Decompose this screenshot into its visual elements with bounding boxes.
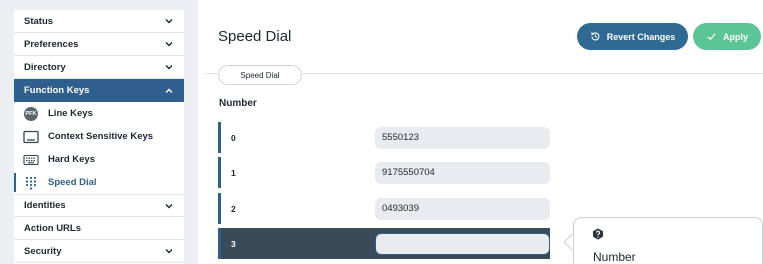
sidebar-subitem-label: Hard Keys [48, 154, 95, 165]
sidebar-subitem-line-keys[interactable]: PFK Line Keys [14, 102, 184, 125]
sidebar-item-label: Status [24, 15, 54, 27]
section-label-number: Number [219, 98, 257, 109]
sidebar: Status Preferences Directory Function Ke… [0, 0, 198, 264]
sidebar-subitem-label: Line Keys [48, 108, 93, 119]
speed-dial-row[interactable]: 2 [218, 193, 550, 224]
speed-dial-index: 2 [231, 203, 236, 214]
speed-dial-row[interactable]: 0 [218, 122, 550, 153]
speed-dial-index: 0 [231, 132, 236, 143]
keyboard-icon [22, 153, 40, 167]
sidebar-item-identities[interactable]: Identities [14, 194, 184, 217]
chevron-up-icon [164, 86, 174, 96]
sidebar-subitem-label: Speed Dial [48, 177, 97, 188]
speed-dial-row[interactable]: 1 [218, 157, 550, 188]
keypad-icon [22, 176, 40, 190]
sidebar-item-label: Directory [24, 61, 66, 73]
sidebar-item-directory[interactable]: Directory [14, 56, 184, 79]
tooltip-title: Number [593, 250, 636, 264]
apply-button[interactable]: Apply [693, 23, 761, 50]
checkmark-icon [707, 33, 716, 41]
chevron-down-icon [164, 62, 174, 72]
revert-icon [590, 32, 600, 41]
sidebar-item-label: Function Keys [24, 85, 90, 96]
apply-label: Apply [722, 31, 748, 42]
speed-dial-number-input[interactable] [375, 197, 550, 220]
speed-dial-number-input[interactable] [375, 126, 550, 149]
help-icon [593, 228, 603, 240]
context-key-icon [22, 130, 40, 144]
sidebar-item-function-keys[interactable]: Function Keys [14, 79, 184, 102]
chevron-down-icon [164, 16, 174, 26]
sidebar-item-security[interactable]: Security [14, 240, 184, 263]
revert-changes-label: Revert Changes [606, 31, 676, 42]
sidebar-item-label: Action URLs [24, 222, 81, 234]
sidebar-item-preferences[interactable]: Preferences [14, 33, 184, 56]
chevron-down-icon [164, 246, 174, 256]
sidebar-item-status[interactable]: Status [14, 10, 184, 33]
sidebar-subitem-hard-keys[interactable]: Hard Keys [14, 148, 184, 171]
sidebar-panel: Status Preferences Directory Function Ke… [14, 10, 184, 264]
help-tooltip: Number [573, 217, 763, 264]
sidebar-item-label: Preferences [24, 38, 79, 50]
pfk-icon: PFK [22, 106, 40, 121]
sidebar-subitem-speed-dial[interactable]: Speed Dial [14, 171, 184, 194]
page-title: Speed Dial [218, 28, 292, 45]
chevron-down-icon [164, 39, 174, 49]
speed-dial-index: 1 [231, 167, 236, 178]
speed-dial-row-selected[interactable]: 3 [218, 228, 550, 259]
chevron-down-icon [164, 201, 174, 211]
sidebar-item-label: Security [24, 245, 62, 257]
main-content: Speed Dial Revert Changes Apply Speed Di… [198, 0, 763, 264]
speed-dial-index: 3 [231, 238, 236, 249]
sidebar-subitem-context-sensitive-keys[interactable]: Context Sensitive Keys [14, 125, 184, 148]
revert-changes-button[interactable]: Revert Changes [577, 23, 688, 50]
speed-dial-number-input[interactable] [375, 161, 550, 184]
speed-dial-number-input[interactable] [375, 232, 550, 255]
sidebar-subitem-label: Context Sensitive Keys [48, 131, 154, 142]
tab-speed-dial[interactable]: Speed Dial [218, 65, 302, 85]
sidebar-item-action-urls[interactable]: Action URLs [14, 217, 184, 240]
sidebar-item-label: Identities [24, 200, 66, 211]
